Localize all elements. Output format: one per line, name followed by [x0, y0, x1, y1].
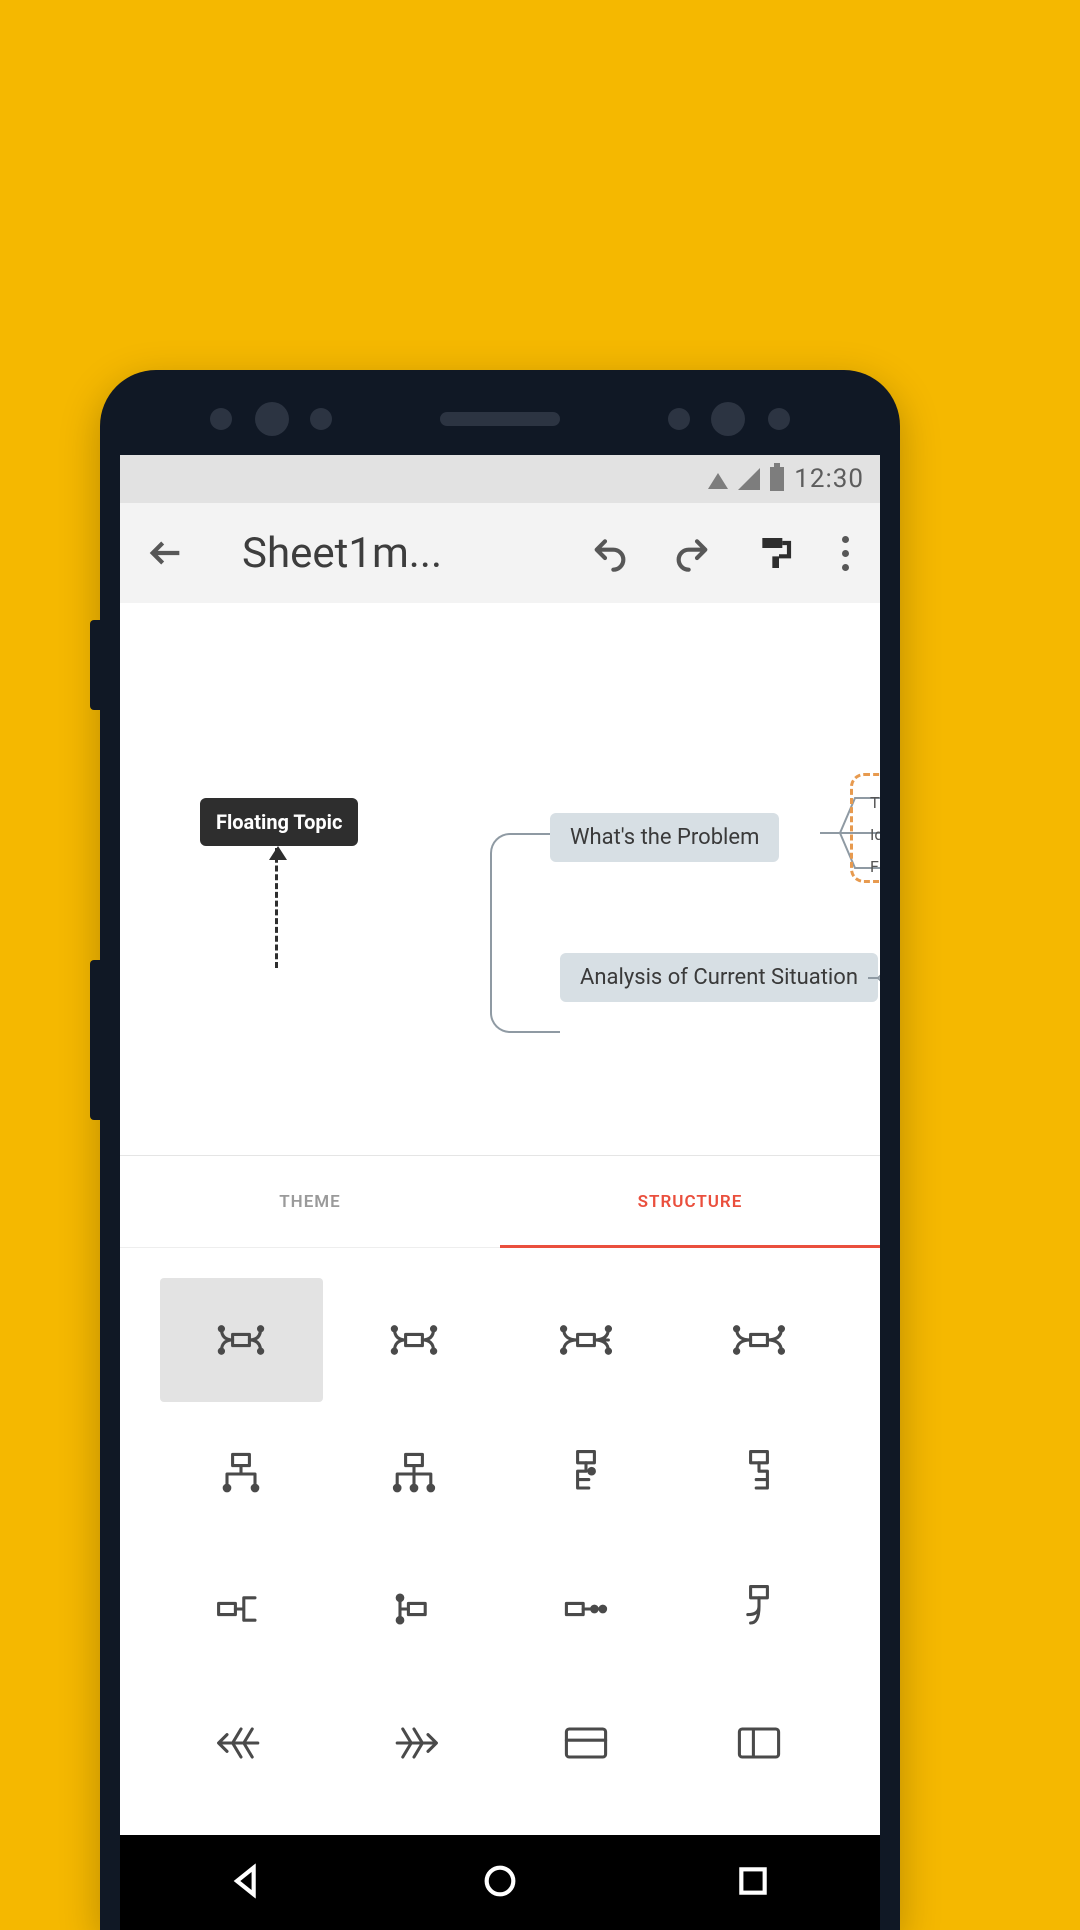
structure-org-icon: [731, 1446, 787, 1502]
structure-map-icon: [386, 1312, 442, 1368]
structure-logic-icon: [213, 1581, 269, 1637]
structure-option-org-1[interactable]: [160, 1412, 323, 1536]
sheet-title[interactable]: Sheet1m...: [222, 529, 554, 578]
android-status-bar: 12:30: [120, 455, 880, 503]
phone-mockup: 12:30 Sheet1m... Floating: [100, 370, 900, 1930]
floating-topic-node[interactable]: Floating Topic: [200, 798, 358, 846]
structure-option-spreadsheet[interactable]: [505, 1681, 668, 1805]
signal-icon: [738, 468, 760, 490]
wifi-icon: [708, 473, 728, 489]
nav-recents-button[interactable]: [733, 1861, 773, 1905]
square-recents-icon: [733, 1861, 773, 1901]
structure-option-org-4[interactable]: [678, 1412, 841, 1536]
structure-org-icon: [213, 1446, 269, 1502]
structure-org-icon: [558, 1446, 614, 1502]
power-button: [90, 960, 100, 1120]
redo-button[interactable]: [666, 527, 718, 579]
style-panel: THEME STRUCTURE: [120, 1155, 880, 1835]
back-button[interactable]: [140, 527, 192, 579]
more-button[interactable]: [830, 536, 860, 571]
structure-option-map-1[interactable]: [160, 1278, 323, 1402]
topic-node[interactable]: Analysis of Current Situation: [560, 953, 878, 1002]
undo-icon: [590, 533, 630, 573]
format-paint-icon: [754, 533, 794, 573]
structure-spreadsheet-icon: [558, 1715, 614, 1771]
format-button[interactable]: [748, 527, 800, 579]
structure-option-fishbone-right[interactable]: [333, 1681, 496, 1805]
phone-bezel-top: [100, 370, 900, 455]
subtopic-node[interactable]: Ide: [870, 825, 880, 844]
structure-map-icon: [213, 1312, 269, 1368]
structure-option-logic-4[interactable]: [678, 1547, 841, 1671]
redo-icon: [672, 533, 712, 573]
app-toolbar: Sheet1m...: [120, 503, 880, 603]
nav-home-button[interactable]: [480, 1861, 520, 1905]
nav-back-button[interactable]: [227, 1861, 267, 1905]
structure-fishbone-icon: [213, 1715, 269, 1771]
structure-fishbone-icon: [386, 1715, 442, 1771]
structure-grid: [120, 1248, 880, 1835]
branch-split-icon: [868, 968, 880, 988]
screen: 12:30 Sheet1m... Floating: [120, 455, 880, 1930]
structure-org-icon: [386, 1446, 442, 1502]
structure-option-map-4[interactable]: [678, 1278, 841, 1402]
tab-theme[interactable]: THEME: [120, 1156, 500, 1247]
branch-connector: [490, 973, 560, 1033]
structure-map-icon: [731, 1312, 787, 1368]
structure-option-org-2[interactable]: [333, 1412, 496, 1536]
circle-home-icon: [480, 1861, 520, 1901]
structure-logic-icon: [558, 1581, 614, 1637]
structure-option-map-2[interactable]: [333, 1278, 496, 1402]
more-icon: [842, 536, 849, 543]
battery-icon: [770, 467, 784, 491]
structure-option-logic-3[interactable]: [505, 1547, 668, 1671]
subtopic-node[interactable]: Fir: [870, 857, 880, 876]
android-nav-bar: [120, 1835, 880, 1930]
undo-button[interactable]: [584, 527, 636, 579]
tab-structure[interactable]: STRUCTURE: [500, 1156, 880, 1247]
structure-option-logic-2[interactable]: [333, 1547, 496, 1671]
triangle-back-icon: [227, 1861, 267, 1901]
panel-tabs: THEME STRUCTURE: [120, 1156, 880, 1248]
relationship-arrow: [275, 848, 278, 968]
structure-option-logic-1[interactable]: [160, 1547, 323, 1671]
structure-logic-icon: [386, 1581, 442, 1637]
structure-option-map-3[interactable]: [505, 1278, 668, 1402]
arrow-left-icon: [146, 533, 186, 573]
mindmap-canvas[interactable]: Floating Topic What's the Problem Analys…: [120, 603, 880, 1155]
topic-node[interactable]: What's the Problem: [550, 813, 779, 862]
structure-option-org-3[interactable]: [505, 1412, 668, 1536]
structure-option-fishbone-left[interactable]: [160, 1681, 323, 1805]
volume-button: [90, 620, 100, 710]
subtopic-node[interactable]: Th: [870, 793, 880, 812]
clock: 12:30: [794, 464, 864, 494]
structure-map-icon: [558, 1312, 614, 1368]
structure-option-matrix[interactable]: [678, 1681, 841, 1805]
structure-logic-icon: [731, 1581, 787, 1637]
structure-matrix-icon: [731, 1715, 787, 1771]
